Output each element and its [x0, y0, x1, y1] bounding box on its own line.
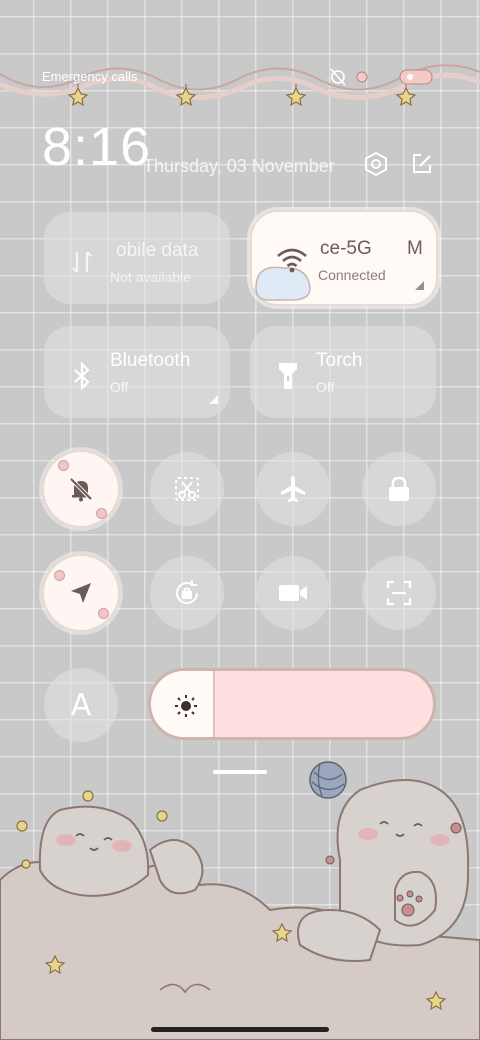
mobile-data-title: obile data — [116, 240, 199, 261]
wifi-expand-indicator[interactable] — [415, 281, 424, 290]
font-label: A — [70, 687, 92, 723]
torch-title: Torch — [316, 350, 363, 371]
torch-subtitle: Off — [316, 379, 335, 395]
cat-right — [297, 779, 470, 962]
bluetooth-subtitle: Off — [110, 379, 129, 395]
location-arrow-icon — [71, 583, 91, 603]
lock-toggle[interactable] — [362, 452, 436, 526]
battery-icon — [399, 69, 433, 85]
video-camera-icon — [279, 585, 307, 601]
scissors-icon — [175, 477, 199, 501]
settings-hex-icon[interactable] — [361, 149, 391, 179]
screenshot-toggle[interactable] — [150, 452, 224, 526]
mobile-data-arrows-icon — [64, 244, 100, 280]
bluetooth-title: Bluetooth — [110, 350, 191, 371]
bluetooth-expand-indicator[interactable] — [209, 395, 218, 404]
location-toggle[interactable] — [44, 556, 118, 630]
clock-time: 8:16 — [42, 117, 152, 177]
wallpaper-cats-scene — [0, 761, 480, 1040]
wifi-status: Connected — [318, 267, 386, 283]
bluetooth-tile[interactable]: Bluetooth Off — [44, 326, 230, 418]
wifi-tile[interactable]: ce-5G M Connected — [250, 210, 438, 306]
edit-icon[interactable] — [407, 149, 437, 179]
alarm-off-icon — [330, 68, 346, 86]
font-toggle[interactable]: A — [44, 668, 118, 742]
airplane-icon — [281, 476, 305, 502]
screen-record-toggle[interactable] — [256, 556, 330, 630]
status-icons — [330, 68, 433, 86]
bluetooth-icon — [64, 358, 100, 394]
torch-tile[interactable]: Torch Off — [250, 326, 436, 418]
notification-icon — [356, 71, 368, 83]
mobile-data-subtitle: Not available — [110, 269, 191, 285]
brightness-slider[interactable] — [148, 668, 436, 740]
wifi-ssid: ce-5G — [320, 238, 372, 259]
lock-icon — [389, 476, 409, 501]
auto-rotate-toggle[interactable] — [150, 556, 224, 630]
sun-icon — [175, 695, 197, 717]
carrier-status-text: Emergency calls — [42, 69, 138, 84]
mobile-data-tile[interactable]: obile data Not available — [44, 212, 230, 304]
wifi-ssid-trailing: M — [407, 238, 423, 259]
scanner-toggle[interactable] — [362, 556, 436, 630]
silent-toggle[interactable] — [44, 452, 118, 526]
scan-frame-icon — [386, 580, 412, 606]
rotate-lock-icon — [176, 580, 198, 604]
gesture-nav-bar[interactable] — [151, 1027, 329, 1032]
bell-off-icon — [69, 477, 93, 502]
airplane-toggle[interactable] — [256, 452, 330, 526]
date-text: Thursday, 03 November — [143, 156, 335, 176]
yarn-ball-decoration — [309, 761, 347, 799]
wifi-icon — [274, 242, 310, 278]
torch-icon — [270, 358, 306, 394]
